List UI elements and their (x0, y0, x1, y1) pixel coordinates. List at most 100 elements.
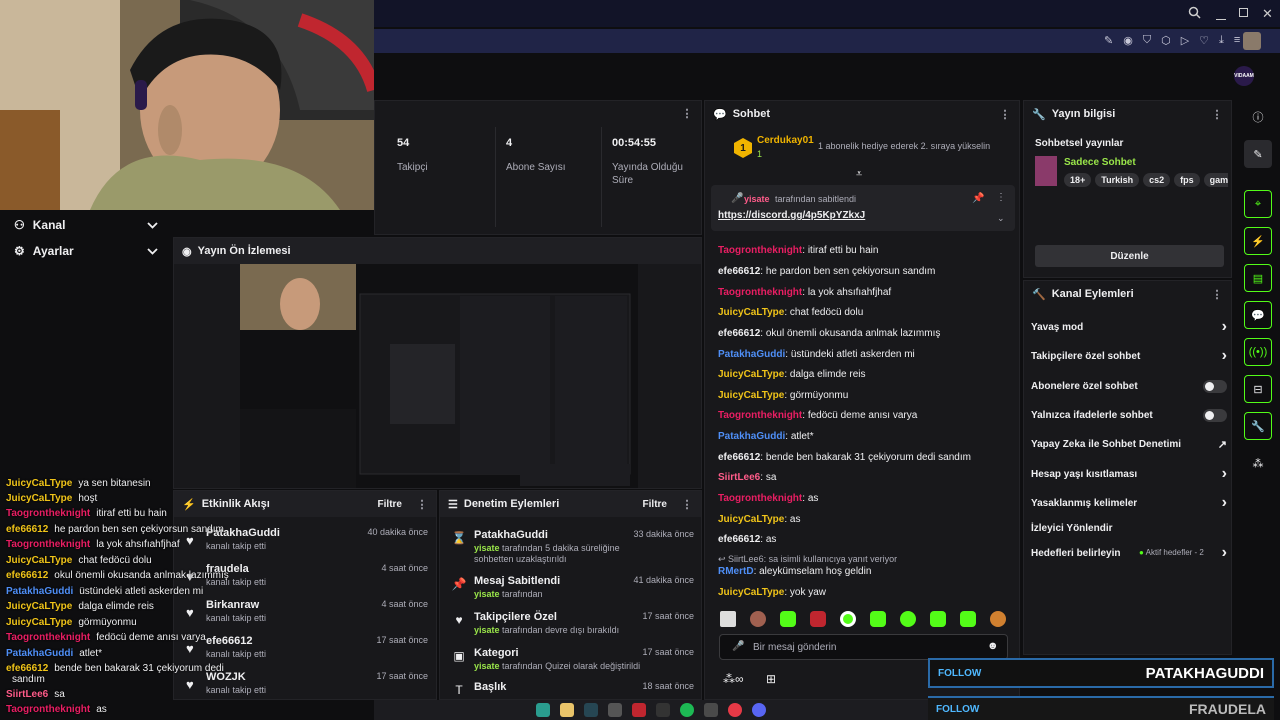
tag-chip[interactable]: fps (1174, 173, 1200, 187)
moderation-item[interactable]: ⌛ PatakhaGuddi yisate tarafından 5 dakika… (440, 525, 702, 564)
kebab-icon[interactable]: ⋮ (1211, 108, 1223, 121)
app-icon[interactable] (656, 703, 670, 717)
emote-icon[interactable] (900, 611, 916, 627)
edit-button[interactable]: Düzenle (1035, 245, 1224, 267)
channel-action-3[interactable]: Yalnızca ifadelerle sohbet (1031, 405, 1227, 425)
channel-action-0[interactable]: Yavaş mod › (1031, 317, 1227, 337)
folder-icon[interactable] (560, 703, 574, 717)
emote-icon[interactable] (930, 611, 946, 627)
nav-settings[interactable]: ⚙ Ayarlar (0, 238, 172, 264)
chat-message[interactable]: efe66612: he pardon ben sen çekiyorsun s… (718, 266, 935, 277)
filter-button[interactable]: Filtre (643, 499, 667, 510)
steam-icon[interactable] (584, 703, 598, 717)
emote-icon[interactable] (750, 611, 766, 627)
tag-chip[interactable]: Turkish (1095, 173, 1140, 187)
play-icon[interactable]: ▷ (1181, 34, 1189, 47)
infinity-icon[interactable]: ⁂∞ (723, 672, 744, 686)
emote-icon[interactable] (720, 611, 736, 627)
chat-username[interactable]: JuicyCaLType (718, 390, 784, 401)
chevron-down-icon[interactable]: ⌄ (997, 213, 1005, 224)
chat-username[interactable]: JuicyCaLType (718, 369, 784, 380)
info-icon[interactable]: ⓘ (1244, 103, 1272, 131)
chat-message[interactable]: JuicyCaLType: yok yaw (718, 587, 826, 598)
chat-username[interactable]: PatakhaGuddi (718, 431, 785, 442)
close-icon[interactable]: ✕ (1262, 6, 1273, 22)
menu-icon[interactable]: ≡ (1234, 34, 1240, 47)
emote-icon[interactable] (780, 611, 796, 627)
chat-username[interactable]: efe66612 (718, 534, 760, 545)
pinned-link[interactable]: https://discord.gg/4p5KpYZkxJ (718, 210, 865, 221)
emote-icon[interactable] (840, 611, 856, 627)
apps-icon[interactable]: ⁂ (1244, 449, 1272, 477)
app-icon[interactable] (536, 703, 550, 717)
channel-action-1[interactable]: Takipçilere özel sohbet › (1031, 346, 1227, 366)
channel-action-5[interactable]: Hesap yaşı kısıtlaması › (1031, 464, 1227, 484)
discord-icon[interactable] (752, 703, 766, 717)
chat-username[interactable]: Taogrontheknight (718, 493, 802, 504)
pencil-icon[interactable]: ✎ (1244, 140, 1272, 168)
tag-chip[interactable]: gamin (1203, 173, 1228, 187)
heart-icon[interactable]: ♡ (1199, 34, 1209, 47)
emote-icon[interactable] (810, 611, 826, 627)
chat-message[interactable]: RMertD: aleykümselam hoş geldin (718, 566, 871, 577)
broadcast-icon[interactable]: ((•)) (1244, 338, 1272, 366)
chat-username[interactable]: Taogrontheknight (718, 287, 802, 298)
chat-username[interactable]: Taogrontheknight (718, 245, 802, 256)
moderation-item[interactable]: T Başlık 18 saat önce (440, 677, 702, 699)
chat-message[interactable]: Taogrontheknight: as (718, 493, 818, 504)
moderation-item[interactable]: ▣ Kategori yisate tarafından Quizei olara… (440, 643, 702, 679)
channel-action-2[interactable]: Abonelere özel sohbet (1031, 376, 1227, 396)
kebab-icon[interactable]: ⋮ (999, 108, 1011, 121)
minimize-icon[interactable] (1216, 6, 1226, 20)
toggle-switch[interactable] (1203, 379, 1227, 393)
camera-icon[interactable]: ◉ (1123, 34, 1133, 47)
kebab-icon[interactable]: ⋮ (681, 498, 693, 511)
chat-username[interactable]: efe66612 (718, 266, 760, 277)
chat-username[interactable]: JuicyCaLType (718, 307, 784, 318)
kebab-icon[interactable]: ⋮ (996, 192, 1006, 203)
maximize-icon[interactable] (1239, 8, 1248, 17)
chat-message[interactable]: Taogrontheknight: la yok ahsıfıahfjhaf (718, 287, 891, 298)
emote-icon[interactable] (990, 611, 1006, 627)
toggle-switch[interactable] (1203, 408, 1227, 422)
chat-message[interactable]: efe66612: okul önemli okusanda anlmak la… (718, 328, 940, 339)
chevron-down-icon[interactable]: ⩡ (856, 168, 862, 181)
chat-message[interactable]: JuicyCaLType: dalga elimde reis (718, 369, 866, 380)
download-icon[interactable]: ⤓ (1219, 34, 1224, 47)
chat-message[interactable]: efe66612: as (718, 534, 776, 545)
browser-icon[interactable] (728, 703, 742, 717)
chat-message[interactable]: JuicyCaLType: görmüyonmu (718, 390, 848, 401)
edit-icon[interactable]: ✎ (1104, 34, 1113, 47)
kebab-icon[interactable]: ⋮ (681, 107, 693, 121)
stream-preview-video[interactable] (240, 264, 638, 488)
pin-icon[interactable]: 📌 (972, 193, 984, 204)
document-icon[interactable]: ▤ (1244, 264, 1272, 292)
chat-username[interactable]: SiirtLee6 (718, 472, 760, 483)
filter-button[interactable]: Filtre (378, 499, 402, 510)
channel-action-4[interactable]: Yapay Zeka ile Sohbet Denetimi ↗ (1031, 434, 1227, 454)
target-icon[interactable]: ⌖ (1244, 190, 1272, 218)
emote-icon[interactable] (870, 611, 886, 627)
chat-message[interactable]: Taogrontheknight: itiraf etti bu hain (718, 245, 878, 256)
tag-chip[interactable]: cs2 (1143, 173, 1171, 187)
gift-leader-name[interactable]: Cerdukay01 (757, 135, 814, 146)
chat-input[interactable]: 🎤 Bir mesaj gönderin ☻ (719, 634, 1008, 660)
kebab-icon[interactable]: ⋮ (416, 498, 428, 511)
emoji-icon[interactable]: ☻ (987, 640, 999, 652)
chat-icon[interactable]: 💬 (1244, 301, 1272, 329)
moderation-icon[interactable]: ⊟ (1244, 375, 1272, 403)
shield-icon[interactable]: ⛉ (1143, 34, 1151, 47)
spotify-icon[interactable] (680, 703, 694, 717)
cube-icon[interactable]: ⬡ (1161, 34, 1171, 47)
profile-avatar[interactable] (1243, 32, 1261, 50)
chat-message[interactable]: JuicyCaLType: chat fedöcü dolu (718, 307, 863, 318)
chat-message[interactable]: efe66612: bende ben bakarak 31 çekiyorum… (718, 452, 971, 463)
gift-icon[interactable]: ⊞ (766, 672, 776, 686)
chat-message[interactable]: PatakhaGuddi: atlet* (718, 431, 814, 442)
chat-username[interactable]: efe66612 (718, 328, 760, 339)
app-icon[interactable] (704, 703, 718, 717)
user-avatar[interactable]: VIDAAM (1234, 66, 1254, 86)
chat-message[interactable]: PatakhaGuddi: üstündeki atleti askerden … (718, 349, 915, 360)
chat-message[interactable]: SiirtLee6: sa (718, 472, 776, 483)
chat-username[interactable]: Taogrontheknight (718, 410, 802, 421)
